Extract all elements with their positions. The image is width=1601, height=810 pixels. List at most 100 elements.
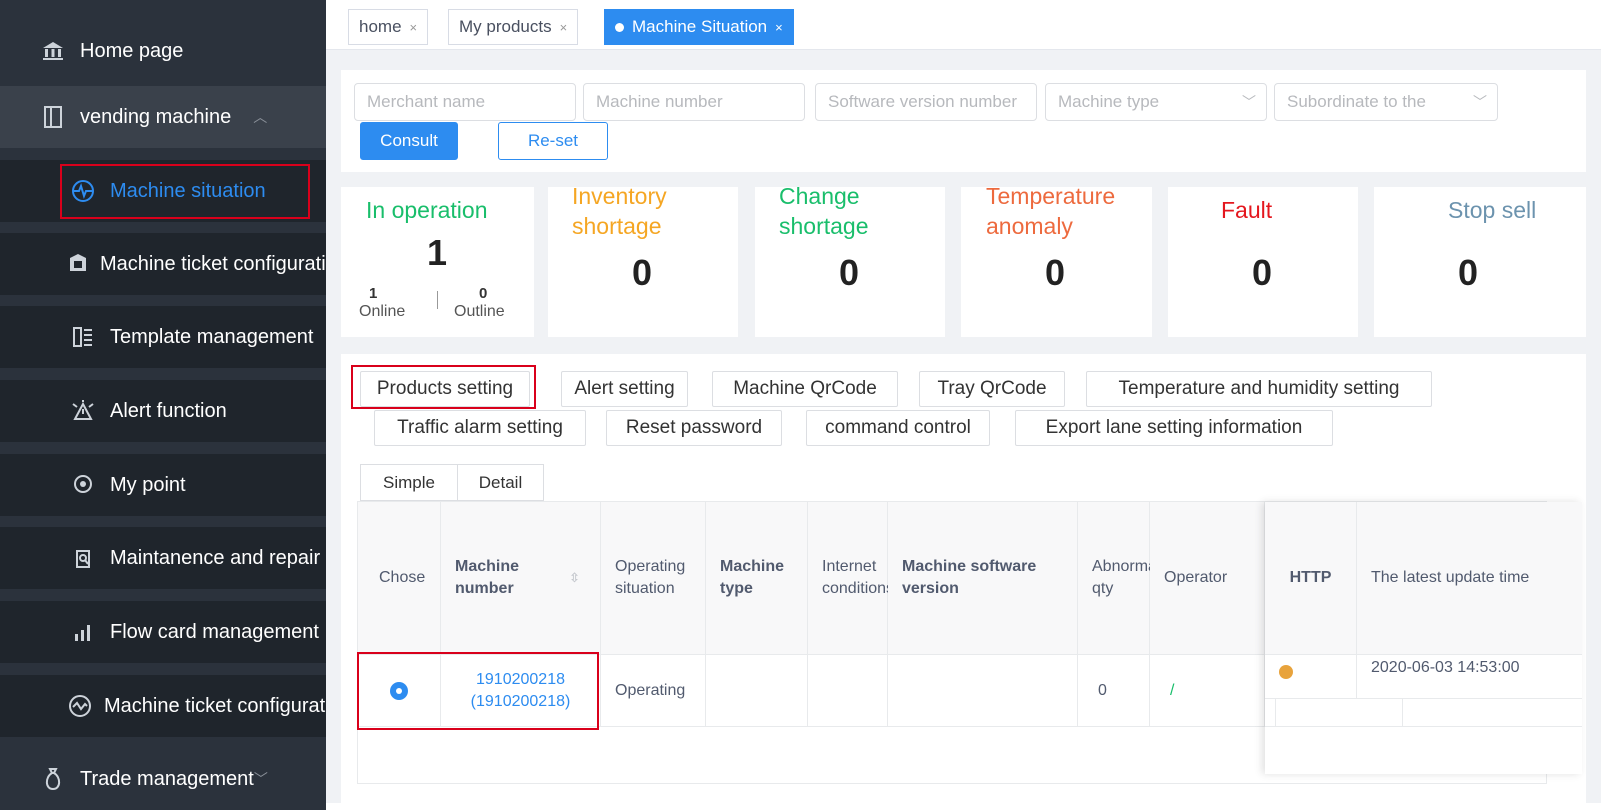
sidebar-item-label: Maintanence and repair bbox=[110, 546, 321, 569]
col-header-machine-type: Machine type bbox=[706, 502, 808, 655]
cell-text: Operating bbox=[615, 681, 686, 699]
sidebar-item-template[interactable]: Template management bbox=[0, 306, 326, 368]
cell-text: 0 bbox=[1098, 681, 1107, 699]
command-control-button[interactable]: command control bbox=[806, 410, 990, 446]
fixed-columns: HTTP The latest update time 2020-06-03 1… bbox=[1265, 502, 1582, 774]
sidebar-item-label: Trade management bbox=[80, 767, 254, 790]
tab-my-products[interactable]: My products × bbox=[448, 9, 579, 45]
operator-cell: / bbox=[1150, 655, 1265, 727]
status-card-change[interactable]: Change shortage 0 bbox=[755, 187, 945, 337]
sidebar-item-label: Machine ticket configuration bbox=[104, 694, 326, 717]
tab-home[interactable]: home × bbox=[348, 9, 429, 45]
row-radio-cell[interactable] bbox=[358, 655, 441, 727]
view-simple-toggle[interactable]: Simple bbox=[360, 464, 458, 501]
sidebar-group-vending[interactable]: vending machine ︿ bbox=[0, 86, 326, 148]
close-icon[interactable]: × bbox=[775, 20, 783, 35]
close-icon[interactable]: × bbox=[560, 20, 568, 35]
status-card-inventory[interactable]: Inventory shortage 0 bbox=[548, 187, 738, 337]
repair-icon bbox=[68, 547, 98, 569]
sidebar-item-label: Template management bbox=[110, 325, 314, 348]
machine-type-select[interactable]: Machine type ﹀ bbox=[1045, 83, 1267, 121]
placeholder: Machine number bbox=[596, 92, 723, 111]
view-detail-toggle[interactable]: Detail bbox=[457, 464, 544, 501]
chevron-down-icon: ﹀ bbox=[1473, 94, 1487, 110]
tab-label: My products bbox=[459, 17, 552, 36]
sidebar-item-alert[interactable]: Alert function bbox=[0, 380, 326, 442]
pulse-icon bbox=[68, 179, 98, 203]
machine-number-link[interactable]: 1910200218 bbox=[476, 669, 565, 691]
tray-qrcode-button[interactable]: Tray QrCode bbox=[919, 371, 1065, 407]
machine-panel: Products setting Alert setting Machine Q… bbox=[341, 354, 1586, 803]
sidebar-item-home[interactable]: Home page bbox=[0, 20, 326, 82]
sidebar-item-label: Home page bbox=[80, 39, 184, 62]
status-value: 0 bbox=[1458, 252, 1479, 293]
machine-number-sub[interactable]: (1910200218) bbox=[471, 691, 571, 713]
divider bbox=[437, 291, 438, 309]
sidebar-item-machine-situation[interactable]: Machine situation bbox=[0, 160, 326, 222]
wave-icon bbox=[68, 694, 92, 718]
status-label: Inventory shortage bbox=[572, 187, 667, 239]
sidebar-item-ticket-config[interactable]: Machine ticket configuration bbox=[0, 233, 326, 295]
consult-button[interactable]: Consult bbox=[360, 122, 458, 160]
sidebar-group-trade[interactable]: Trade management ﹀ bbox=[0, 748, 326, 810]
template-icon bbox=[68, 326, 98, 348]
radio-selected-icon[interactable] bbox=[390, 681, 408, 700]
subordinate-select[interactable]: Subordinate to the ﹀ bbox=[1274, 83, 1498, 121]
sidebar-item-maintenance[interactable]: Maintanence and repair bbox=[0, 527, 326, 589]
placeholder: Machine type bbox=[1058, 92, 1160, 111]
sidebar-item-ticket-config-2[interactable]: Machine ticket configuration bbox=[0, 675, 326, 737]
status-value: 1 bbox=[427, 232, 448, 273]
latest-update-cell: 2020-06-03 14:53:00 bbox=[1357, 655, 1582, 699]
col-header-software: Machine software version bbox=[888, 502, 1078, 655]
status-label: In operation bbox=[366, 197, 488, 223]
active-dot-icon bbox=[615, 22, 624, 32]
reset-password-button[interactable]: Reset password bbox=[606, 410, 782, 446]
sidebar-item-label: Machine ticket configuration bbox=[100, 252, 326, 275]
col-header-operator: Operator bbox=[1150, 502, 1265, 655]
header-text: Operator bbox=[1164, 569, 1228, 586]
status-value: 0 bbox=[632, 252, 653, 293]
software-version-input[interactable]: Software version number bbox=[815, 83, 1037, 121]
col-header-http: HTTP bbox=[1265, 502, 1357, 655]
status-card-fault[interactable]: Fault 0 bbox=[1168, 187, 1358, 337]
alert-setting-button[interactable]: Alert setting bbox=[561, 371, 688, 407]
export-lane-button[interactable]: Export lane setting information bbox=[1015, 410, 1333, 446]
sidebar-item-label: vending machine bbox=[80, 105, 232, 128]
close-icon[interactable]: × bbox=[410, 20, 418, 35]
machine-number-cell[interactable]: 1910200218 (1910200218) bbox=[441, 655, 601, 727]
filter-panel: Merchant name Machine number Software ve… bbox=[341, 70, 1586, 172]
machine-qrcode-button[interactable]: Machine QrCode bbox=[712, 371, 898, 407]
machine-table: Chose Machine number ⇳ Operating situati… bbox=[357, 501, 1582, 784]
products-setting-button[interactable]: Products setting bbox=[360, 371, 530, 407]
placeholder: Software version number bbox=[828, 92, 1017, 111]
placeholder: Subordinate to the bbox=[1287, 92, 1426, 111]
chevron-up-icon: ︿ bbox=[253, 109, 268, 125]
sidebar-item-label: Alert function bbox=[110, 399, 227, 422]
merchant-name-input[interactable]: Merchant name bbox=[354, 83, 576, 121]
machine-number-input[interactable]: Machine number bbox=[583, 83, 805, 121]
reset-button[interactable]: Re-set bbox=[498, 122, 608, 160]
status-label: Stop sell bbox=[1448, 197, 1537, 223]
cell-text: / bbox=[1170, 681, 1175, 699]
col-header-operating: Operating situation bbox=[601, 502, 706, 655]
status-card-operation[interactable]: In operation 1 1 Online 0 Outline bbox=[341, 187, 534, 337]
sidebar-item-flow-card[interactable]: Flow card management bbox=[0, 601, 326, 663]
http-cell bbox=[1265, 655, 1357, 699]
temperature-humidity-button[interactable]: Temperature and humidity setting bbox=[1086, 371, 1432, 407]
header-text: Abnormal qty bbox=[1092, 558, 1161, 597]
col-header-latest-update: The latest update time bbox=[1357, 502, 1582, 655]
sidebar-item-label: Flow card management bbox=[110, 620, 319, 643]
sort-icon[interactable]: ⇳ bbox=[569, 567, 580, 589]
status-card-stop[interactable]: Stop sell 0 bbox=[1374, 187, 1586, 337]
status-card-temperature[interactable]: Temperature anomaly 0 bbox=[961, 187, 1152, 337]
traffic-alarm-button[interactable]: Traffic alarm setting bbox=[374, 410, 586, 446]
sidebar-item-my-point[interactable]: My point bbox=[0, 454, 326, 516]
header-text: HTTP bbox=[1289, 569, 1332, 586]
moneybag-icon bbox=[38, 767, 68, 791]
col-header-abnormal: Abnormal qty bbox=[1078, 502, 1161, 655]
signal-icon bbox=[68, 622, 98, 642]
sidebar-item-label: My point bbox=[110, 473, 186, 496]
tab-machine-situation[interactable]: Machine Situation × bbox=[604, 9, 794, 45]
col-header-machine-number[interactable]: Machine number ⇳ bbox=[441, 502, 601, 655]
col-header-internet: Internet conditions bbox=[808, 502, 894, 655]
